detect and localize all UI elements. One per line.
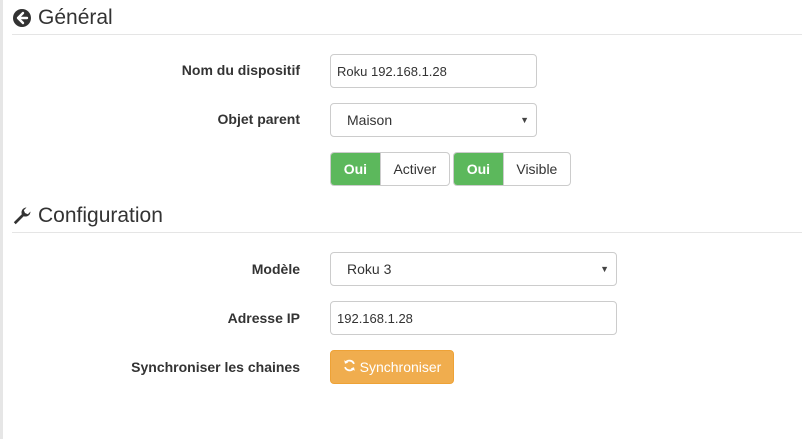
ip-address-value: 192.168.1.28 [337, 310, 413, 326]
section-general-title: Général [38, 6, 113, 29]
section-general-header: Général [12, 2, 802, 35]
wrench-icon [12, 206, 32, 226]
activate-toggle-on[interactable]: Oui [331, 153, 380, 185]
model-label: Modèle [251, 261, 300, 277]
caret-down-icon: ▼ [520, 115, 529, 125]
activate-toggle-label[interactable]: Activer [379, 153, 449, 185]
device-name-input[interactable]: Roku 192.168.1.28 [330, 54, 537, 88]
ip-address-input[interactable]: 192.168.1.28 [330, 301, 617, 335]
ip-address-label: Adresse IP [227, 310, 300, 326]
model-select[interactable]: Roku 3 ▼ [330, 252, 617, 286]
refresh-icon [343, 359, 356, 375]
parent-object-select[interactable]: Maison ▼ [330, 103, 537, 137]
equipment-config-page: Général Nom du dispositif Roku 192.168.1… [0, 0, 802, 439]
arrow-circle-left-icon[interactable] [12, 8, 32, 28]
device-name-label: Nom du dispositif [181, 62, 300, 78]
left-panel-edge [0, 0, 3, 439]
activate-toggle[interactable]: Oui Activer [330, 152, 450, 186]
visible-toggle[interactable]: Oui Visible [453, 152, 571, 186]
visible-toggle-on[interactable]: Oui [454, 153, 503, 185]
sync-button-label: Synchroniser [359, 359, 442, 375]
visible-toggle-label[interactable]: Visible [502, 153, 570, 185]
sync-button[interactable]: Synchroniser [330, 350, 454, 384]
model-value: Roku 3 [347, 261, 392, 277]
section-configuration-header: Configuration [12, 200, 802, 233]
sync-channels-label: Synchroniser les chaines [131, 359, 300, 375]
parent-object-label: Objet parent [217, 111, 300, 127]
caret-down-icon: ▼ [600, 264, 609, 274]
device-name-value: Roku 192.168.1.28 [337, 63, 447, 79]
section-configuration-title: Configuration [38, 204, 163, 227]
parent-object-value: Maison [347, 112, 393, 128]
